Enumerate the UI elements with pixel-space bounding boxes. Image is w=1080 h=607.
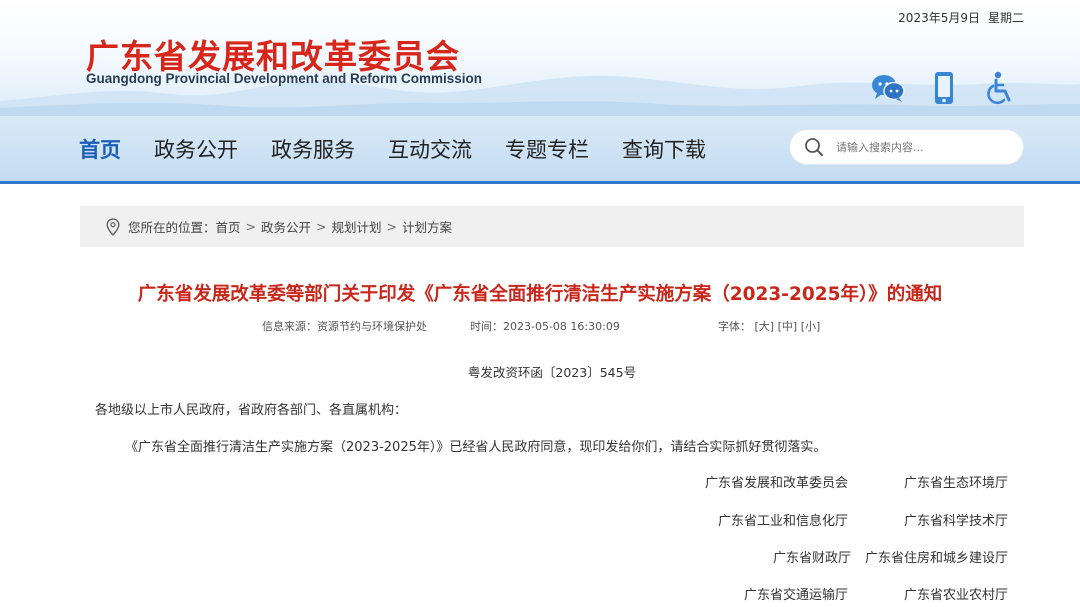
signatory: 广东省交通运输厅 [743,588,848,603]
search-box [790,130,1023,164]
signatory: 广东省发展和改革委员会 [704,476,848,491]
font-size-large-button[interactable]: [大] [755,320,775,333]
nav-item-interaction[interactable]: 互动交流 [388,134,472,164]
search-icon[interactable] [804,136,826,158]
breadcrumb-home[interactable]: 首页 [216,217,241,236]
breadcrumb-separator: > [386,219,398,234]
font-size-controls: 字体： [大] [中] [小] [718,318,820,334]
accessibility-icon[interactable] [982,70,1018,106]
nav-item-home[interactable]: 首页 [79,134,121,164]
header-tools [870,70,1018,106]
signatory: 广东省财政厅 [772,551,851,566]
wechat-icon[interactable] [870,70,906,106]
nav-item-special-topics[interactable]: 专题专栏 [505,134,589,164]
date-text: 2023年5月9日 [898,11,980,25]
font-size-label: 字体： [718,320,751,333]
nav-item-gov-affairs-open[interactable]: 政务公开 [154,134,238,164]
main-nav: 首页 政务公开 政务服务 互动交流 专题专栏 查询下载 [0,116,1080,184]
signatory: 广东省生态环境厅 [903,476,1008,491]
site-logo-subtitle: Guangdong Provincial Development and Ref… [86,71,483,86]
nav-menu: 首页 政务公开 政务服务 互动交流 专题专栏 查询下载 [79,116,739,181]
signatory: 广东省科学技术厅 [903,514,1008,529]
article-salutation: 各地级以上市人民政府，省政府各部门、各直属机构： [95,403,408,418]
location-pin-icon [106,217,120,236]
breadcrumb-separator: > [316,219,327,234]
breadcrumb-separator: > [245,219,257,234]
search-input[interactable] [836,140,1006,154]
nav-item-query-download[interactable]: 查询下载 [622,134,706,164]
signatory: 广东省工业和信息化厅 [717,514,848,529]
breadcrumb-plan-schemes[interactable]: 计划方案 [402,217,452,236]
article-source: 信息来源：资源节约与环境保护处 [262,320,427,333]
article-body-paragraph: 《广东省全面推行清洁生产实施方案（2023-2025年）》已经省人民政府同意，现… [125,440,827,455]
font-size-small-button[interactable]: [小] [801,320,821,333]
weekday-text: 星期二 [987,11,1024,25]
site-header: 2023年5月9日 星期二 广东省发展和改革委员会 Guangdong Provi… [0,0,1080,116]
document-number: 粤发改资环函〔2023〕545号 [467,365,637,380]
mobile-icon[interactable] [926,70,962,106]
breadcrumb-gov-affairs-open[interactable]: 政务公开 [261,217,311,236]
article-time: 时间：2023-05-08 16:30:09 [470,320,620,333]
nav-item-gov-services[interactable]: 政务服务 [271,134,355,164]
article-title: 广东省发展改革委等部门关于印发《广东省全面推行清洁生产实施方案（2023-202… [137,284,943,305]
signatory: 广东省农业农村厅 [903,588,1008,603]
breadcrumb: 您所在的位置： 首页 > 政务公开 > 规划计划 > 计划方案 [80,206,1024,247]
breadcrumb-prefix: 您所在的位置： [128,220,216,235]
breadcrumb-planning[interactable]: 规划计划 [332,217,382,236]
signatory: 广东省住房和城乡建设厅 [864,551,1008,566]
date-display: 2023年5月9日 星期二 [898,9,1024,26]
font-size-medium-button[interactable]: [中] [778,320,798,333]
